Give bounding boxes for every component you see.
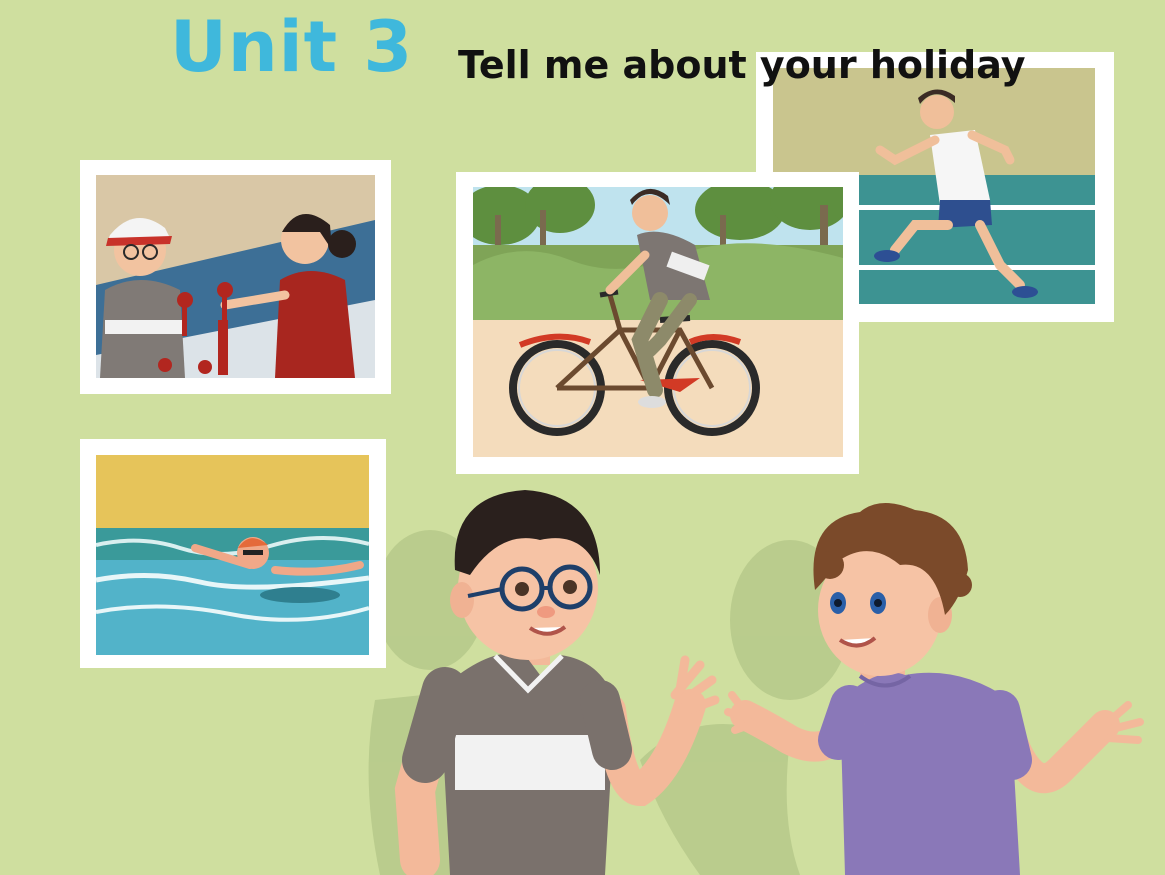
photo-cycling — [456, 172, 859, 474]
photo-shopping — [80, 160, 391, 394]
scene-illustration — [0, 0, 1165, 875]
unit-title: Unit 3 — [170, 6, 414, 88]
illustration-page: Unit 3 Tell me about your holiday — [0, 0, 1165, 875]
photo-swimming — [80, 439, 386, 668]
page-subtitle: Tell me about your holiday — [458, 43, 1026, 87]
